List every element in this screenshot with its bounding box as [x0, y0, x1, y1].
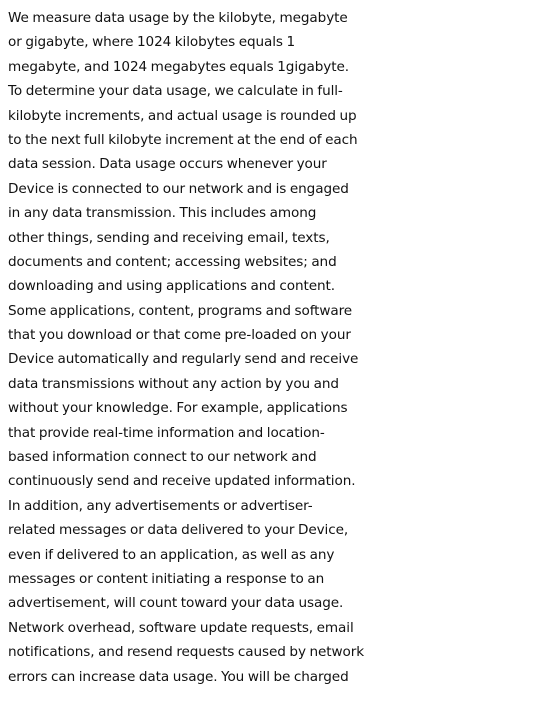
text-line: data transmissions without any action by…	[8, 375, 339, 392]
text-line: documents and content; accessing website…	[8, 253, 337, 270]
text-line: in any data transmission. This includes …	[8, 205, 317, 222]
text-line: errors can increase data usage. You will…	[8, 668, 349, 685]
text-line: Some applications, content, programs and…	[8, 302, 353, 319]
text-line: advertisement, will count toward your da…	[8, 595, 344, 612]
text-line: that you download or that come pre-loade…	[8, 327, 351, 344]
text-line: Device is connected to our network and i…	[8, 180, 349, 197]
text-line: even if delivered to an application, as …	[8, 546, 335, 563]
text-line: notifications, and resend requests cause…	[8, 644, 365, 661]
text-line: In addition, any advertisements or adver…	[8, 497, 313, 514]
text-line: downloading and using applications and c…	[8, 278, 335, 295]
text-line: data session. Data usage occurs whenever…	[8, 156, 327, 173]
text-line: Device automatically and regularly send …	[8, 351, 359, 368]
text-line: We measure data usage by the kilobyte, m…	[8, 10, 348, 26]
text-line: to the next full kilobyte increment at t…	[8, 131, 358, 148]
text-line: continuously send and receive updated in…	[8, 473, 356, 490]
text-line: kilobyte increments, and actual usage is…	[8, 107, 357, 124]
document-body: We measure data usage by the kilobyte, m…	[8, 6, 556, 689]
text-line: messages or content initiating a respons…	[8, 570, 325, 587]
text-line: To determine your data usage, we calcula…	[8, 83, 343, 100]
text-line: based information connect to our network…	[8, 449, 317, 466]
text-line: Network overhead, software update reques…	[8, 619, 354, 636]
text-line: that provide real-time information and l…	[8, 424, 325, 441]
text-line: without your knowledge. For example, app…	[8, 400, 348, 417]
text-line: related messages or data delivered to yo…	[8, 522, 349, 539]
text-line: other things, sending and receiving emai…	[8, 229, 330, 246]
text-line: or gigabyte, where 1024 kilobytes equals…	[8, 34, 296, 51]
text-line: megabyte, and 1024 megabytes equals 1gig…	[8, 58, 349, 75]
